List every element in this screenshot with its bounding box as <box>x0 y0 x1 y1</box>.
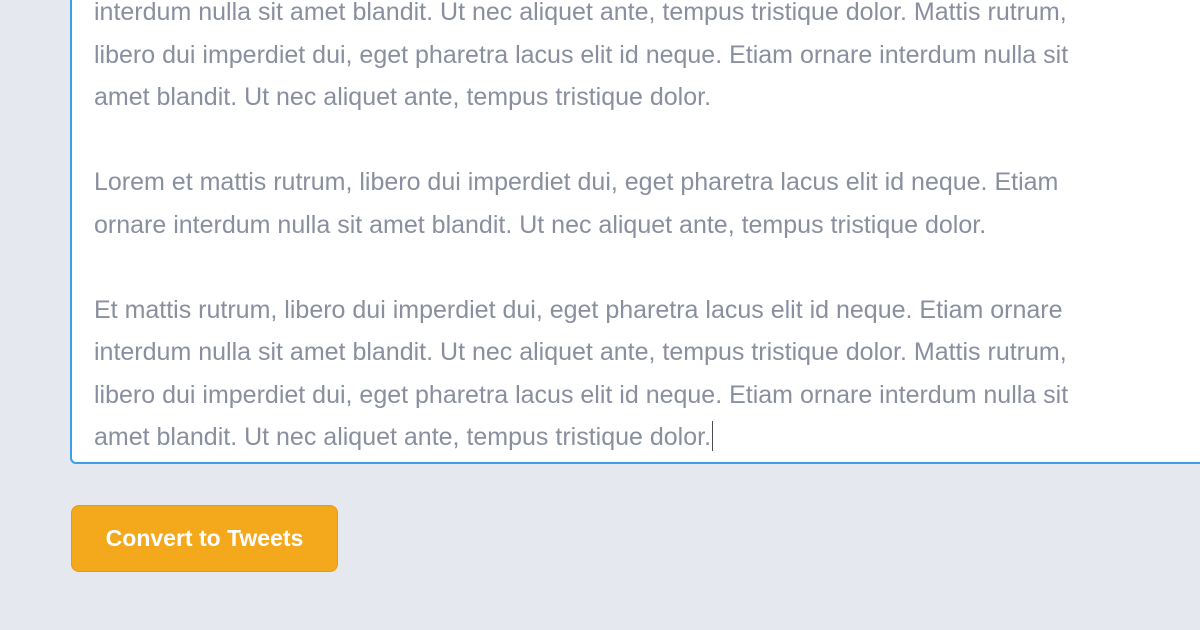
paragraph-1-line-1: interdum nulla sit amet blandit. Ut nec … <box>94 0 1067 26</box>
paragraph-3-line-1: Et mattis rutrum, libero dui imperdiet d… <box>94 295 1063 324</box>
editor-content[interactable]: interdum nulla sit amet blandit. Ut nec … <box>94 0 1200 459</box>
paragraph-3-line-2: interdum nulla sit amet blandit. Ut nec … <box>94 338 1067 366</box>
paragraph-3-line-3: libero dui imperdiet dui, eget pharetra … <box>94 380 1069 409</box>
paragraph-2-line-1: Lorem et mattis rutrum, libero dui imper… <box>94 168 1059 196</box>
paragraph-1-line-2: libero dui imperdiet dui, eget pharetra … <box>94 40 1069 69</box>
paragraph-3-line-4: amet blandit. Ut nec aliquet ante, tempu… <box>94 416 1200 459</box>
paragraph-1-line-3: amet blandit. Ut nec aliquet ante, tempu… <box>94 83 712 111</box>
text-input-area[interactable]: interdum nulla sit amet blandit. Ut nec … <box>70 0 1200 464</box>
text-caret <box>712 421 714 451</box>
paragraph-2-line-2: ornare interdum nulla sit amet blandit. … <box>94 210 987 239</box>
paragraph-3-line-4-text: amet blandit. Ut nec aliquet ante, tempu… <box>94 423 712 451</box>
convert-to-tweets-button[interactable]: Convert to Tweets <box>71 505 338 572</box>
